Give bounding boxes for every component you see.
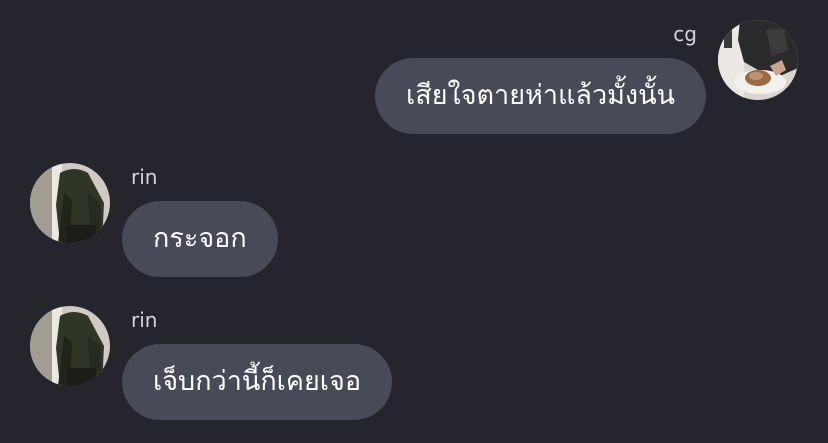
chat-thread: cg เสียใจตายห่าแล้วมั้งนั้น rin กระจอก r…	[0, 0, 828, 443]
user-avatar-photo-icon[interactable]	[30, 306, 110, 386]
user-avatar-photo-icon[interactable]	[718, 20, 798, 100]
message-bubble[interactable]: กระจอก	[122, 201, 278, 277]
message-bubble[interactable]: เสียใจตายห่าแล้วมั้งนั้น	[374, 58, 706, 134]
user-avatar-photo-icon[interactable]	[30, 163, 110, 243]
sender-name: cg	[673, 22, 697, 46]
avatar-image-rin	[30, 163, 110, 243]
avatar-image-rin	[30, 306, 110, 386]
sender-name: rin	[131, 308, 158, 332]
sender-name: rin	[131, 165, 158, 189]
message-bubble[interactable]: เจ็บกว่านี้ก็เคยเจอ	[122, 344, 393, 420]
avatar-image-cg	[718, 20, 798, 100]
